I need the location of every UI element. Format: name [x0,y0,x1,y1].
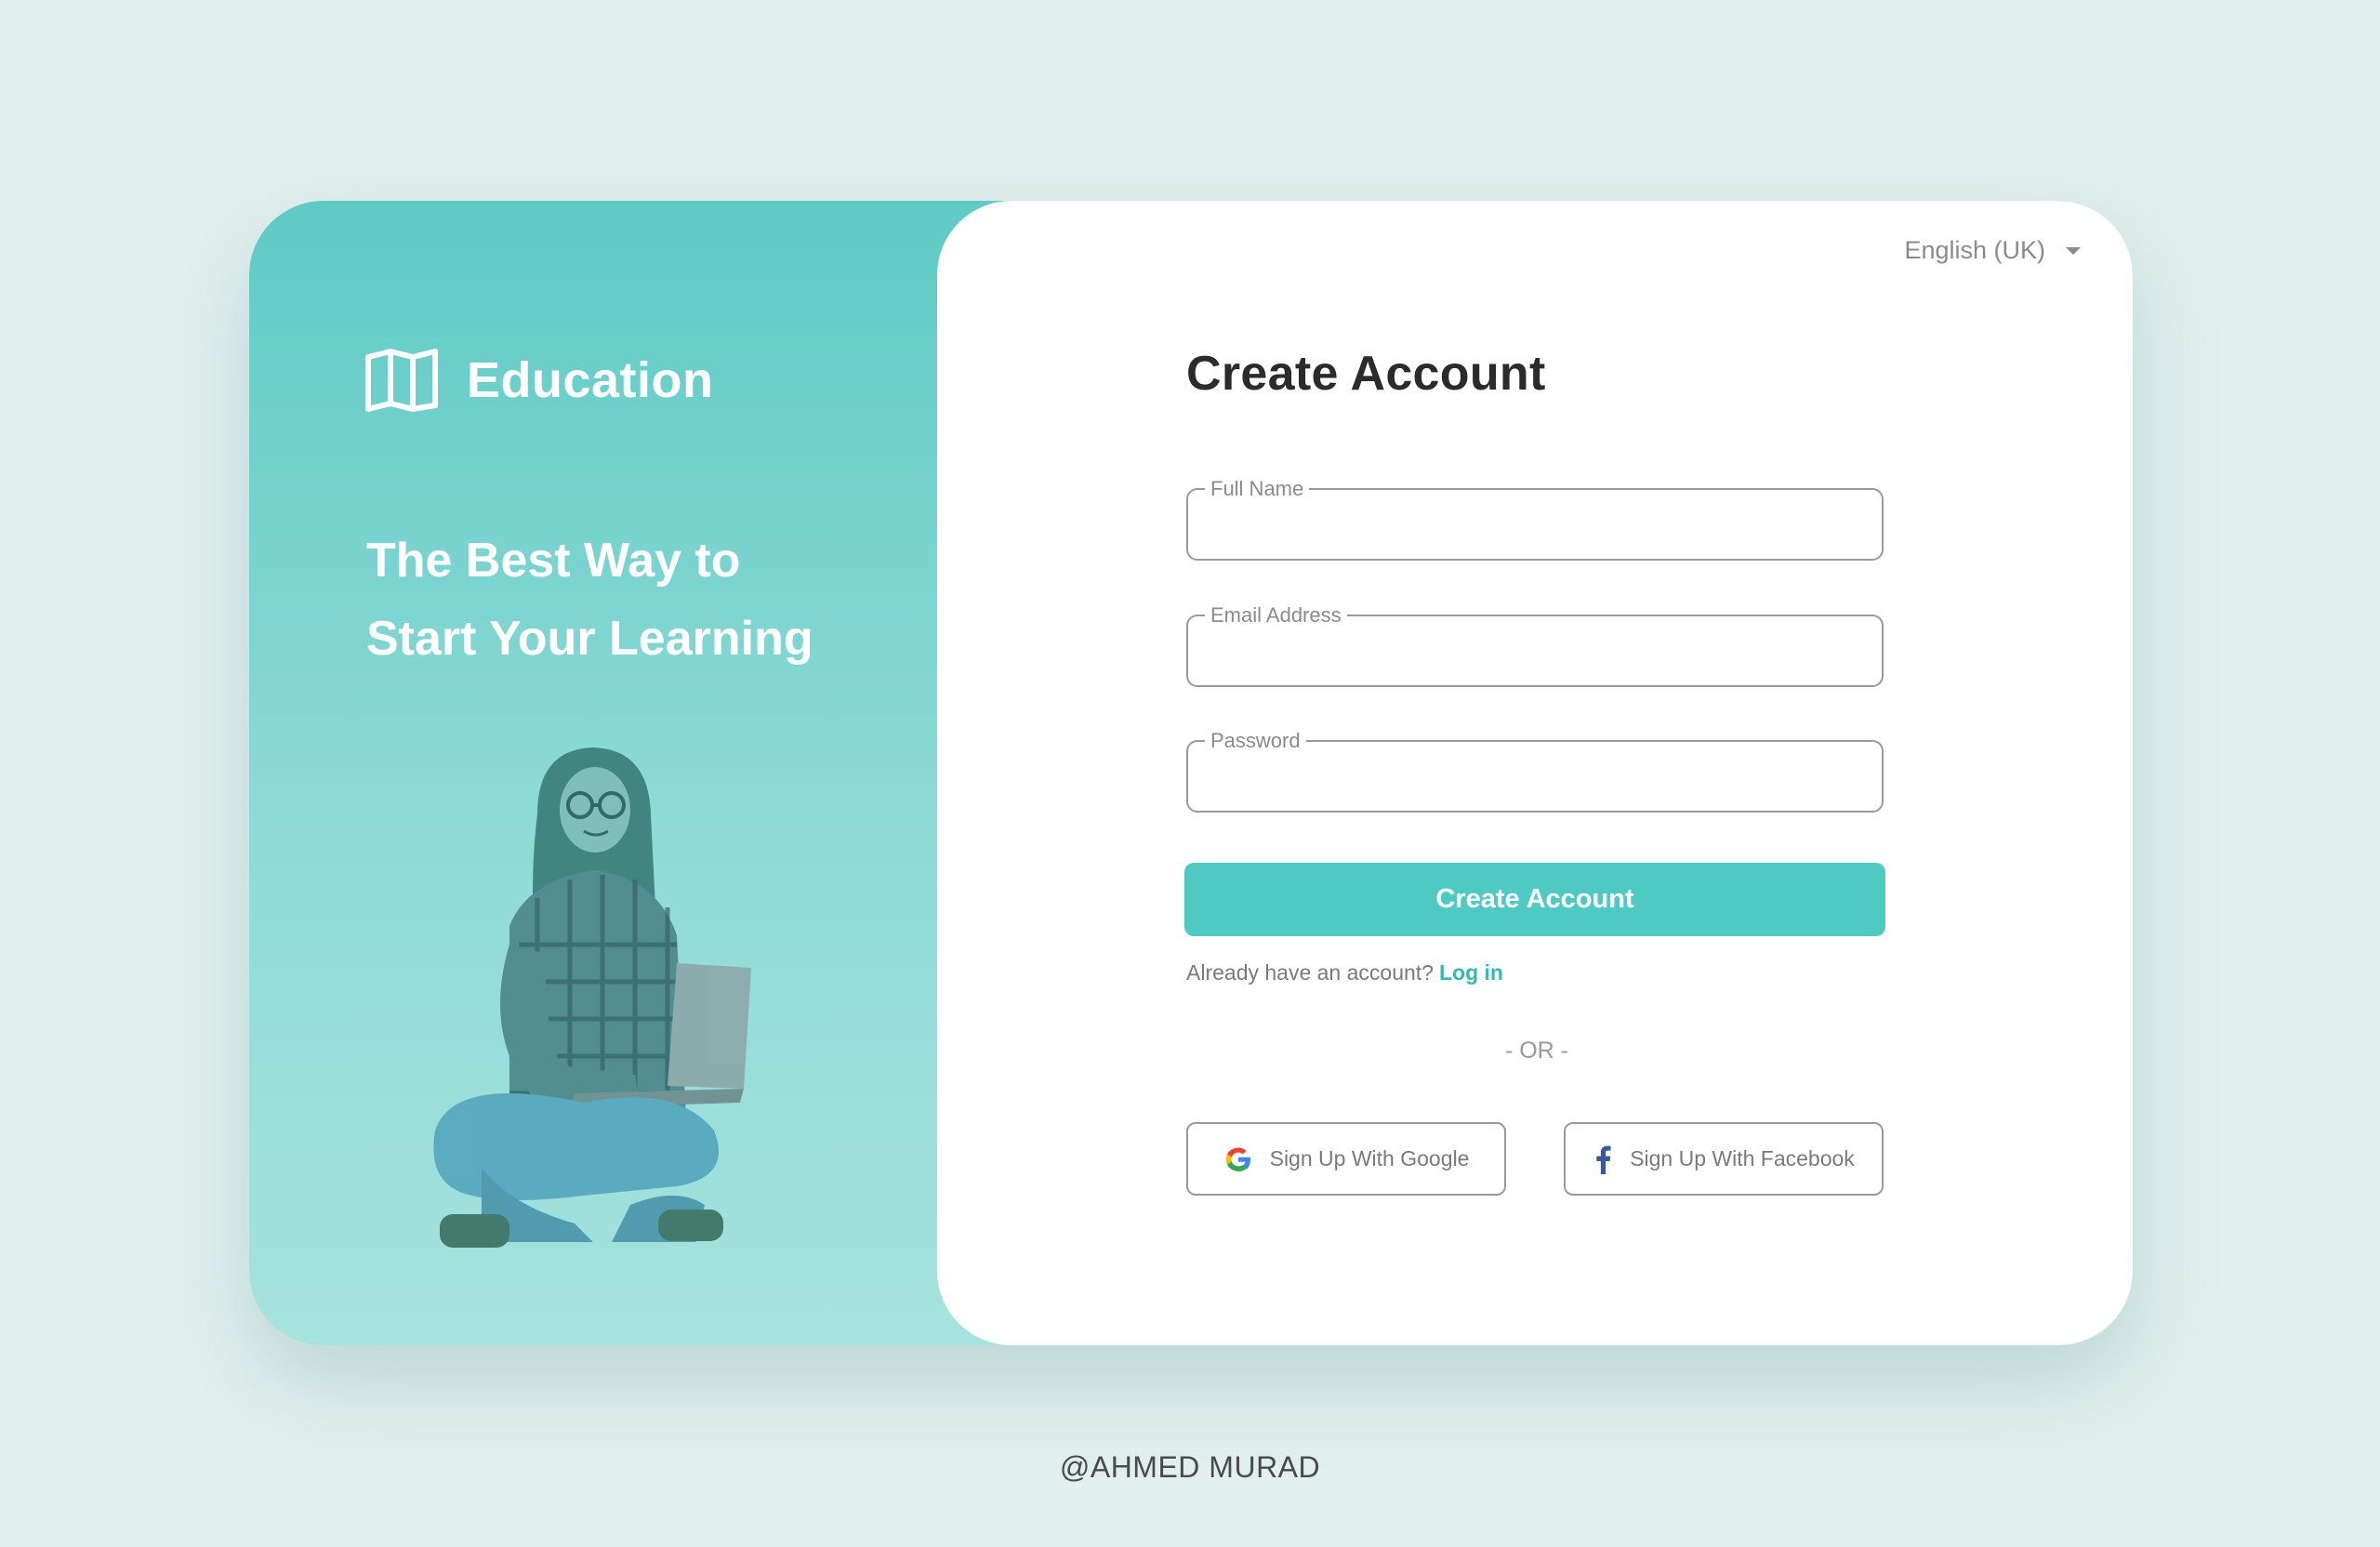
brand: Education [364,348,714,413]
brand-name: Education [467,352,714,408]
author-credit: @AHMED MURAD [1059,1450,1321,1484]
or-divider: - OR - [1504,1038,1569,1064]
facebook-icon [1593,1144,1613,1174]
google-icon [1223,1144,1253,1174]
open-book-icon [365,349,438,412]
email-field[interactable]: Email Address [1186,603,1884,687]
page-title: Create Account [1186,347,1546,401]
student-with-laptop-illustration [433,747,751,1248]
login-prompt: Already have an account? Log in [1186,960,1503,985]
signup-card: Education The Best Way to Start Your Lea… [249,201,2133,1345]
password-field[interactable]: Password [1186,729,1884,813]
facebook-signup-button[interactable]: Sign Up With Facebook [1564,1122,1884,1196]
hero-tagline: The Best Way to Start Your Learning [366,522,813,678]
form-panel: English (UK) Create Account Full Name Em… [937,201,2133,1345]
caret-down-icon [2066,246,2081,255]
login-link[interactable]: Log in [1439,960,1503,985]
create-account-button[interactable]: Create Account [1184,863,1885,936]
full-name-field[interactable]: Full Name [1186,477,1884,561]
hero-panel: Education The Best Way to Start Your Lea… [249,201,937,1345]
google-signup-button[interactable]: Sign Up With Google [1186,1122,1506,1196]
login-prompt-text: Already have an account? [1186,960,1434,985]
password-input[interactable] [1188,742,1882,811]
google-signup-label: Sign Up With Google [1269,1146,1470,1170]
language-value: English (UK) [1904,236,2045,264]
facebook-signup-label: Sign Up With Facebook [1630,1146,1855,1170]
tagline-line-1: The Best Way to [366,534,741,588]
language-selector[interactable]: English (UK) [1904,236,2081,265]
full-name-input[interactable] [1188,490,1882,559]
email-input[interactable] [1188,616,1882,685]
tagline-line-2: Start Your Learning [366,612,813,666]
